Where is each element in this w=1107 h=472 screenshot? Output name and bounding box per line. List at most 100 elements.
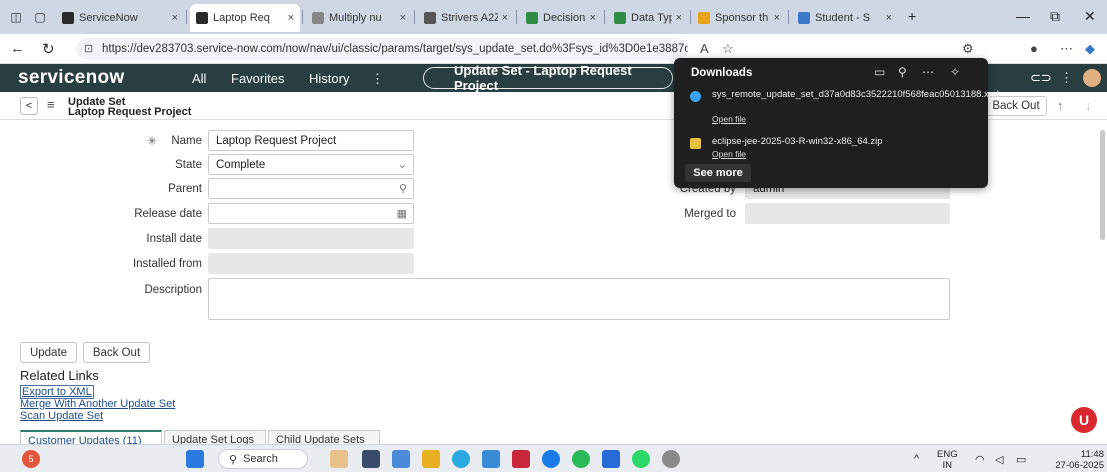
open-file-link-zip[interactable]: Open file [712,149,746,159]
tab-label: Sponsor th [715,12,769,24]
export-to-xml-link[interactable]: Export to XML [20,385,94,399]
tab-close-icon[interactable]: × [288,12,294,24]
tab-close-icon[interactable]: × [502,12,508,24]
nav-more-icon[interactable]: ⋮ [371,71,384,87]
back-arrow-icon[interactable]: ← [10,40,25,57]
next-record-icon[interactable]: ↓ [1085,98,1092,113]
profile-icon[interactable]: ● [1030,41,1038,56]
avatar[interactable] [1083,69,1101,87]
windows-taskbar: 5 ⚲ Search ^ ENG IN ◠ ◁ ▭ 11:48 27-06-20… [0,444,1107,472]
browser-tab[interactable]: Decision M × [520,4,602,32]
previous-record-icon[interactable]: ↑ [1057,98,1064,113]
nav-all[interactable]: All [192,71,206,86]
form-menu-icon[interactable]: ≡ [47,97,55,112]
page-scrollbar[interactable] [1100,130,1105,240]
tray-clock[interactable]: 11:48 27-06-2025 [1042,449,1104,471]
open-file-link-xml[interactable]: Open file [712,114,746,124]
notes-icon[interactable] [602,450,620,468]
scan-update-set-link[interactable]: Scan Update Set [20,410,103,422]
browser-tab[interactable]: Strivers A2Z × [418,4,514,32]
mcafee-shield-icon[interactable]: U [1071,407,1097,433]
tab-separator [186,10,187,24]
parent-input[interactable]: ⚲ [208,178,414,199]
mcafee-taskbar-icon[interactable] [512,450,530,468]
edge-browser-icon[interactable] [452,450,470,468]
name-input[interactable]: Laptop Request Project [208,130,414,151]
backout-button[interactable]: Back Out [83,342,150,363]
maximize-button[interactable]: ⧉ [1050,8,1060,25]
browser-tab[interactable]: Data Type | × [608,4,688,32]
tab-label: Data Type | [631,12,672,24]
downloads-search-icon[interactable]: ⚲ [898,65,907,79]
tab-label: Laptop Req [213,12,270,24]
related-links-title: Related Links [20,368,99,383]
servicenow-logo[interactable]: servicenow [18,67,125,89]
tab-close-icon[interactable]: × [886,12,892,24]
downloads-title: Downloads [691,67,753,79]
tab-close-icon[interactable]: × [400,12,406,24]
tab-close-icon[interactable]: × [172,12,178,24]
copilot-icon[interactable]: ◆ [1085,41,1095,57]
teams-icon[interactable] [392,450,410,468]
browser-tab[interactable]: Multiply nu × [306,4,412,32]
file-explorer-icon[interactable] [422,450,440,468]
taskbar-search[interactable]: ⚲ Search [218,449,308,469]
form-back-button[interactable]: < [20,97,38,115]
merge-update-set-link[interactable]: Merge With Another Update Set [20,398,175,410]
volume-icon[interactable]: ◁ [995,453,1003,466]
windows-start-icon[interactable] [186,450,204,468]
workspaces-icon[interactable]: ◫ [8,9,24,25]
tray-lang[interactable]: ENG IN [937,449,958,471]
battery-icon[interactable]: ▭ [1016,453,1026,466]
description-textarea[interactable] [208,278,950,320]
nav-history[interactable]: History [309,71,349,86]
download-item-zip[interactable]: eclipse-jee-2025-03-R-win32-x86_64.zip [712,136,972,147]
wifi-icon[interactable]: ◠ [975,453,985,466]
settings-icon[interactable] [662,450,680,468]
release-date-label: Release date [134,208,202,220]
refresh-icon[interactable]: ↻ [42,40,55,58]
close-window-button[interactable]: ✕ [1084,8,1096,25]
tab-favicon-icon [614,12,626,24]
browser-tab[interactable]: ServiceNow × [56,4,184,32]
release-date-input[interactable]: ▦ [208,203,414,224]
context-pill[interactable]: Update Set - Laptop Request Project [423,63,673,93]
pin-icon[interactable]: ✧ [950,65,960,79]
chrome-icon[interactable] [542,450,560,468]
update-button[interactable]: Update [20,342,77,363]
more-options-icon[interactable]: ⋯ [1060,41,1073,57]
spotify-icon[interactable] [572,450,590,468]
task-view-icon[interactable] [362,450,380,468]
url-input[interactable]: https://dev283703.service-now.com/now/na… [76,38,688,60]
new-tab-button[interactable]: + [908,8,916,24]
tray-date: 27-06-2025 [1055,460,1104,471]
whatsapp-icon[interactable] [632,450,650,468]
calendar-icon[interactable]: ▦ [397,207,407,220]
search-icon[interactable]: ⚲ [399,182,407,195]
extensions-icon[interactable]: ⚙ [962,41,974,57]
browser-tab[interactable]: Sponsor th × [692,4,786,32]
header-more-icon[interactable]: ⋮ [1060,70,1073,86]
read-aloud-icon[interactable]: A [700,41,709,56]
notification-badge[interactable]: 5 [22,450,40,468]
see-more-button[interactable]: See more [685,164,751,182]
site-info-icon[interactable]: ⊡ [84,42,93,55]
tab-close-icon[interactable]: × [676,12,682,24]
open-folder-icon[interactable]: ▭ [874,65,885,79]
favorite-star-icon[interactable]: ☆ [722,41,734,57]
chat-icon[interactable]: ⊂⊃ [1030,70,1052,86]
install-date-label: Install date [146,233,202,245]
widgets-icon[interactable] [330,450,348,468]
browser-tab[interactable]: Student - S × [792,4,898,32]
tray-chevron-icon[interactable]: ^ [914,453,919,465]
state-select[interactable]: Complete ⌄ [208,154,414,175]
tab-close-icon[interactable]: × [590,12,596,24]
download-item-xml[interactable]: sys_remote_update_set_d37a0d83c3522210f5… [712,89,999,100]
browser-tab[interactable]: Laptop Req × [190,4,300,32]
downloads-more-icon[interactable]: ⋯ [922,65,934,79]
tab-close-icon[interactable]: × [774,12,780,24]
store-icon[interactable] [482,450,500,468]
minimize-button[interactable]: — [1016,8,1030,24]
tab-actions-icon[interactable]: ▢ [32,9,48,25]
nav-favorites[interactable]: Favorites [231,71,284,86]
